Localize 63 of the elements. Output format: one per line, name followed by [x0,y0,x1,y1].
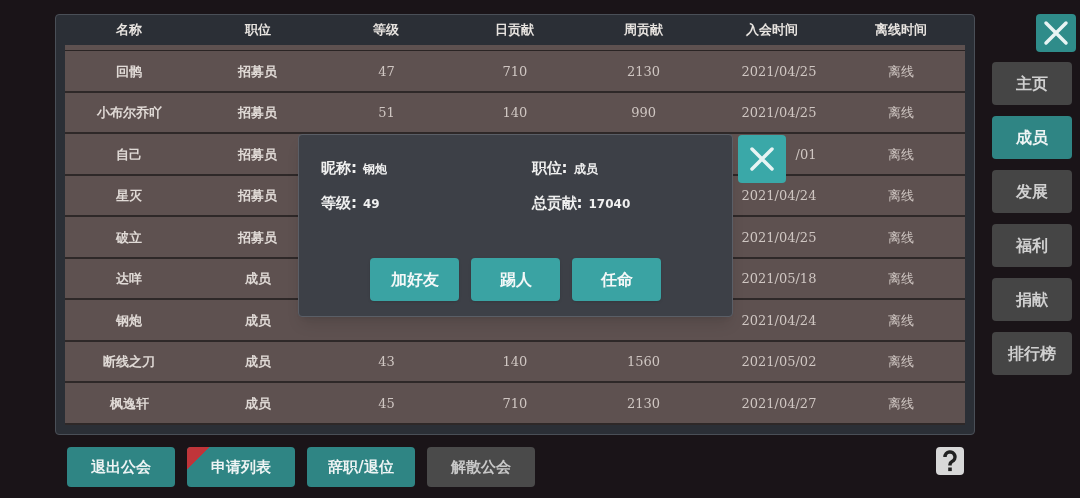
field-label: 昵称: [321,158,357,179]
field-label: 职位: [531,158,568,179]
table-cell: 招募员 [238,146,278,162]
table-cell: 回鹘 [116,63,143,79]
table-cell: 招募员 [238,229,278,245]
table-cell: 2021/05/02 [741,354,817,370]
column-header: 入会时间 [745,21,800,40]
field-label: 总贡献: [531,192,583,214]
field-label: 等级: [321,192,357,214]
table-cell: /01 [795,146,817,162]
field-value: 钢炮 [363,161,387,178]
table-cell: 离线 [887,395,914,411]
table-cell: 离线 [887,271,914,287]
table-cell: 2130 [627,395,661,411]
table-cell: 离线 [887,146,914,162]
table-cell: 2021/04/25 [741,63,817,79]
table-cell: 2021/04/24 [741,188,817,204]
table-cell: 招募员 [238,188,278,204]
table-cell: 51 [378,105,395,121]
column-header: 离线时间 [873,21,928,40]
table-cell: 离线 [887,229,914,245]
table-cell: 43 [378,354,395,370]
table-cell: 断线之刀 [103,354,156,370]
table-cell: 1560 [627,354,661,370]
table-cell: 离线 [887,354,914,370]
table-cell: 45 [378,395,395,411]
table-cell: 成员 [244,271,271,287]
field-value: 17040 [588,195,631,213]
table-cell: 小布尔乔吖 [96,105,162,121]
table-cell: 离线 [887,312,914,328]
table-cell: 星灭 [116,188,143,204]
table-cell: 140 [502,105,528,121]
table-cell: 自己 [116,146,143,162]
column-header: 日贡献 [494,21,536,40]
table-cell: 140 [502,354,528,370]
table-cell: 钢炮 [116,312,143,328]
table-cell: 2021/04/25 [741,105,817,121]
table-cell: 成员 [244,354,271,370]
column-header: 等级 [372,21,401,40]
table-cell: 2021/04/25 [741,229,817,245]
table-cell: 710 [502,395,528,411]
table-cell: 2130 [627,63,661,79]
table-cell: 990 [631,105,656,121]
column-header: 名称 [115,21,144,40]
table-cell: 离线 [887,105,914,121]
table-cell: 招募员 [238,105,278,121]
table-cell: 2021/05/18 [741,271,817,287]
table-cell: 2021/04/27 [741,395,817,411]
table-cell: 成员 [244,395,271,411]
table-cell: 破立 [116,229,143,245]
table-cell: 离线 [887,188,914,204]
table-cell: 47 [378,63,395,79]
table-cell: 离线 [887,63,914,79]
table-cell: 招募员 [238,63,278,79]
column-header: 周贡献 [623,21,665,40]
table-cell: 达咩 [116,271,143,287]
column-header: 职位 [243,21,272,40]
field-value: 成员 [573,161,598,178]
table-cell: 710 [502,63,528,79]
table-cell: 枫逸轩 [109,395,149,411]
table-cell: 成员 [244,312,271,328]
table-cell: 2021/04/24 [741,312,817,328]
field-value: 49 [363,195,380,213]
